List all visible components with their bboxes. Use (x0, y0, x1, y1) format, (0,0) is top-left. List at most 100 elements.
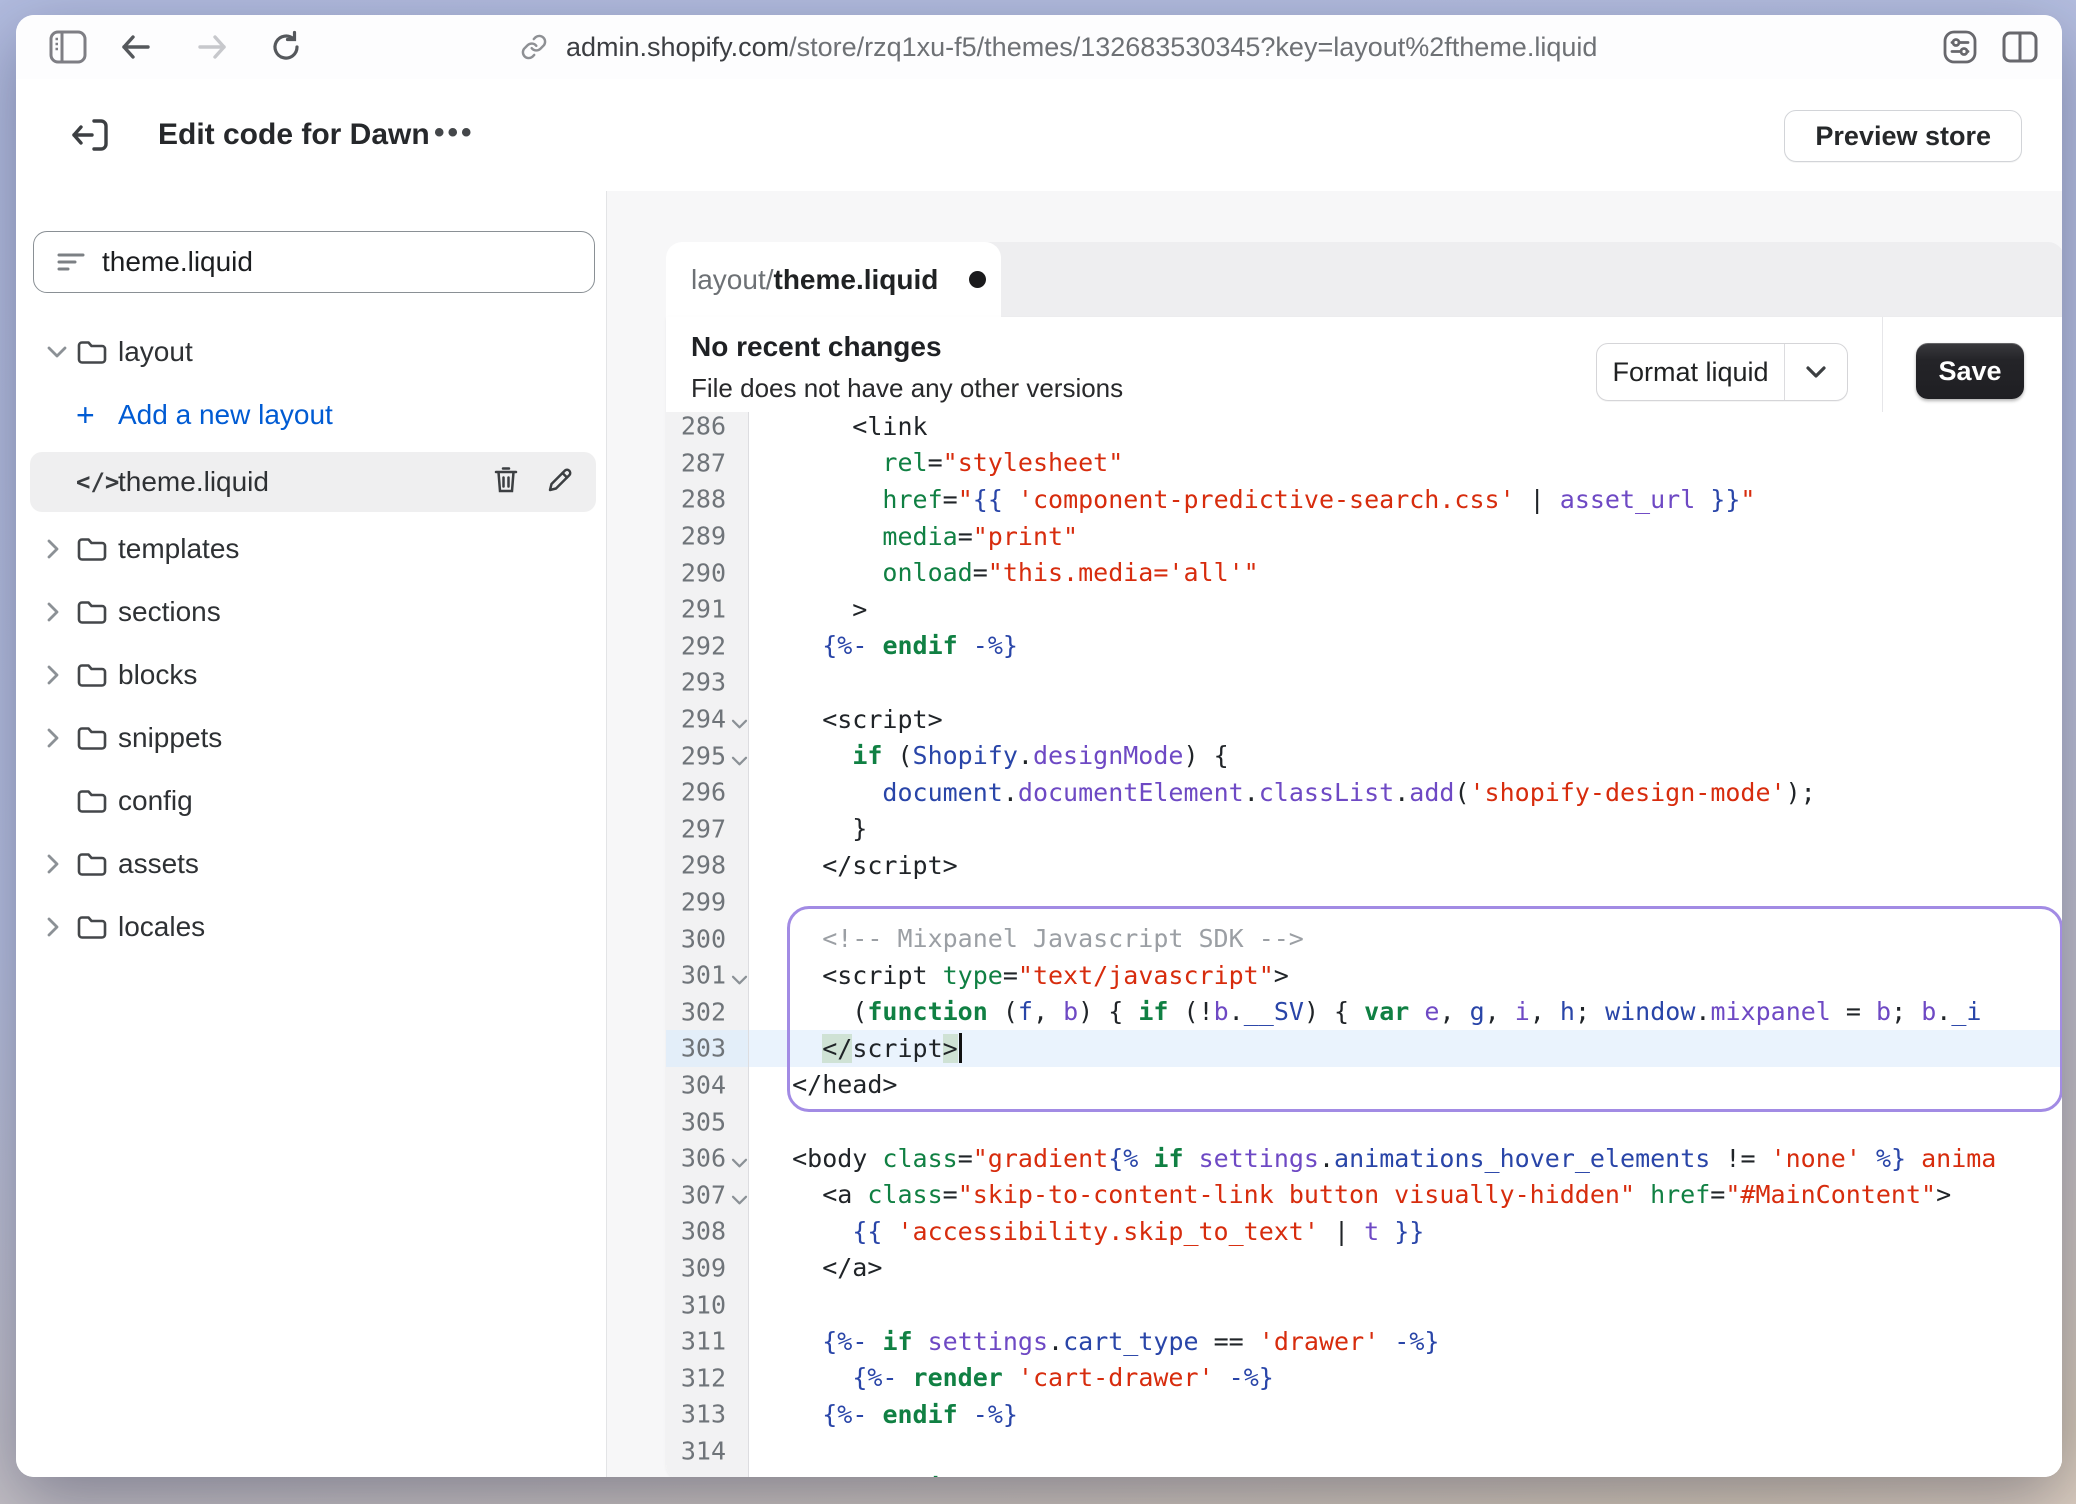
code-line-310[interactable]: 310 (666, 1286, 2062, 1323)
sidebar-item-assets[interactable]: assets (30, 838, 596, 890)
code-line-291[interactable]: 291 > (666, 591, 2062, 628)
sidebar-item-sections[interactable]: sections (30, 586, 596, 638)
chevron-right-icon[interactable] (46, 916, 76, 938)
code-text[interactable]: <a class="skip-to-content-link button vi… (749, 1176, 2062, 1213)
chevron-right-icon[interactable] (46, 538, 76, 560)
code-line-304[interactable]: 304 </head> (666, 1067, 2062, 1104)
sidebar-item-blocks[interactable]: blocks (30, 649, 596, 701)
code-text[interactable] (749, 884, 2062, 921)
code-text[interactable]: (function (f, b) { if (!b.__SV) { var e,… (749, 994, 2062, 1031)
rename-file-icon[interactable] (546, 466, 574, 499)
code-text[interactable] (749, 1286, 2062, 1323)
chevron-right-icon[interactable] (46, 664, 76, 686)
code-text[interactable]: </head> (749, 1067, 2062, 1104)
code-line-296[interactable]: 296 document.documentElement.classList.a… (666, 774, 2062, 811)
code-line-314[interactable]: 314 (666, 1433, 2062, 1470)
more-actions-button[interactable]: ••• (434, 79, 475, 187)
code-text[interactable]: <!-- Mixpanel Javascript SDK --> (749, 920, 2062, 957)
exit-editor-icon[interactable] (70, 115, 112, 160)
sidebar-item-add-a-new-layout[interactable]: +Add a new layout (30, 389, 596, 441)
tab-theme-liquid[interactable]: layout/theme.liquid (666, 242, 1001, 318)
code-text[interactable]: <body class="gradient{% if settings.anim… (749, 1140, 2062, 1177)
chevron-right-icon[interactable] (46, 727, 76, 749)
fold-toggle-icon[interactable] (731, 743, 748, 772)
code-text[interactable]: {{ 'accessibility.skip_to_text' | t }} (749, 1213, 2062, 1250)
code-line-292[interactable]: 292 {%- endif -%} (666, 628, 2062, 665)
sidebar-item-layout[interactable]: layout (30, 326, 596, 378)
code-text[interactable]: > (749, 591, 2062, 628)
code-line-294[interactable]: 294 <script> (666, 701, 2062, 738)
code-text[interactable]: href="{{ 'component-predictive-search.cs… (749, 481, 2062, 518)
chevron-down-icon[interactable] (46, 345, 76, 359)
format-liquid-button[interactable]: Format liquid (1596, 343, 1848, 401)
file-search-input[interactable]: theme.liquid (33, 231, 595, 293)
sidebar-item-theme-liquid[interactable]: </>theme.liquid (30, 452, 596, 512)
code-text[interactable]: </script> (749, 1030, 2062, 1067)
sidebar-item-locales[interactable]: locales (30, 901, 596, 953)
code-text[interactable]: media="print" (749, 518, 2062, 555)
preview-store-button[interactable]: Preview store (1784, 110, 2022, 162)
code-line-290[interactable]: 290 onload="this.media='all'" (666, 554, 2062, 591)
code-line-301[interactable]: 301 <script type="text/javascript"> (666, 957, 2062, 994)
code-line-305[interactable]: 305 (666, 1103, 2062, 1140)
code-line-312[interactable]: 312 {%- render 'cart-drawer' -%} (666, 1359, 2062, 1396)
fold-toggle-icon[interactable] (731, 1146, 748, 1175)
code-line-313[interactable]: 313 {%- endif -%} (666, 1396, 2062, 1433)
sidebar-item-templates[interactable]: templates (30, 523, 596, 575)
code-line-303[interactable]: 303 </script> (666, 1030, 2062, 1067)
chevron-down-icon[interactable] (1785, 344, 1847, 400)
code-line-293[interactable]: 293 (666, 664, 2062, 701)
code-line-286[interactable]: 286 <link (666, 412, 2062, 445)
code-line-307[interactable]: 307 <a class="skip-to-content-link butto… (666, 1176, 2062, 1213)
code-text[interactable]: </a> (749, 1250, 2062, 1287)
fold-toggle-icon[interactable] (731, 1183, 748, 1212)
fold-toggle-icon[interactable] (731, 963, 748, 992)
code-text[interactable]: onload="this.media='all'" (749, 554, 2062, 591)
code-line-306[interactable]: 306 <body class="gradient{% if settings.… (666, 1140, 2062, 1177)
back-icon[interactable] (114, 25, 158, 69)
code-editor[interactable]: 286 <link287 rel="stylesheet"288 href="{… (666, 412, 2062, 1477)
code-text[interactable]: {%- endif -%} (749, 1396, 2062, 1433)
code-text[interactable]: </script> (749, 847, 2062, 884)
code-line-295[interactable]: 295 if (Shopify.designMode) { (666, 737, 2062, 774)
sidebar-item-config[interactable]: config (30, 775, 596, 827)
sidebar-toggle-icon[interactable] (46, 25, 90, 69)
address-bar[interactable]: admin.shopify.com/store/rzq1xu-f5/themes… (520, 15, 1597, 79)
code-text[interactable] (749, 1433, 2062, 1470)
code-line-297[interactable]: 297 } (666, 811, 2062, 848)
code-line-288[interactable]: 288 href="{{ 'component-predictive-searc… (666, 481, 2062, 518)
code-text[interactable]: {%- render 'cart-drawer' -%} (749, 1359, 2062, 1396)
code-text[interactable]: <script type="text/javascript"> (749, 957, 2062, 994)
code-text[interactable]: {%- if settings.cart_type == 'drawer' -%… (749, 1323, 2062, 1360)
code-text[interactable]: {%- endif -%} (749, 628, 2062, 665)
code-text[interactable]: <script> (749, 701, 2062, 738)
extensions-icon[interactable] (1938, 25, 1982, 69)
code-line-311[interactable]: 311 {%- if settings.cart_type == 'drawer… (666, 1323, 2062, 1360)
code-text[interactable] (749, 1103, 2062, 1140)
split-view-icon[interactable] (1998, 25, 2042, 69)
fold-toggle-icon[interactable] (731, 707, 748, 736)
code-line-300[interactable]: 300 <!-- Mixpanel Javascript SDK --> (666, 920, 2062, 957)
code-line-315[interactable]: 315 {% sections 'header-group' %} (666, 1469, 2062, 1477)
code-line-298[interactable]: 298 </script> (666, 847, 2062, 884)
code-line-309[interactable]: 309 </a> (666, 1250, 2062, 1287)
chevron-right-icon[interactable] (46, 853, 76, 875)
code-text[interactable]: } (749, 811, 2062, 848)
sidebar-item-snippets[interactable]: snippets (30, 712, 596, 764)
code-text[interactable]: rel="stylesheet" (749, 445, 2062, 482)
code-text[interactable]: if (Shopify.designMode) { (749, 737, 2062, 774)
code-text[interactable] (749, 664, 2062, 701)
code-line-299[interactable]: 299 (666, 884, 2062, 921)
delete-file-icon[interactable] (492, 465, 520, 500)
code-line-308[interactable]: 308 {{ 'accessibility.skip_to_text' | t … (666, 1213, 2062, 1250)
chevron-right-icon[interactable] (46, 601, 76, 623)
code-text[interactable]: <link (749, 412, 2062, 445)
reload-icon[interactable] (264, 25, 308, 69)
code-line-289[interactable]: 289 media="print" (666, 518, 2062, 555)
code-line-302[interactable]: 302 (function (f, b) { if (!b.__SV) { va… (666, 994, 2062, 1031)
forward-icon[interactable] (190, 25, 234, 69)
code-line-287[interactable]: 287 rel="stylesheet" (666, 445, 2062, 482)
code-text[interactable]: {% sections 'header-group' %} (749, 1469, 2062, 1477)
code-text[interactable]: document.documentElement.classList.add('… (749, 774, 2062, 811)
save-button[interactable]: Save (1916, 343, 2024, 399)
